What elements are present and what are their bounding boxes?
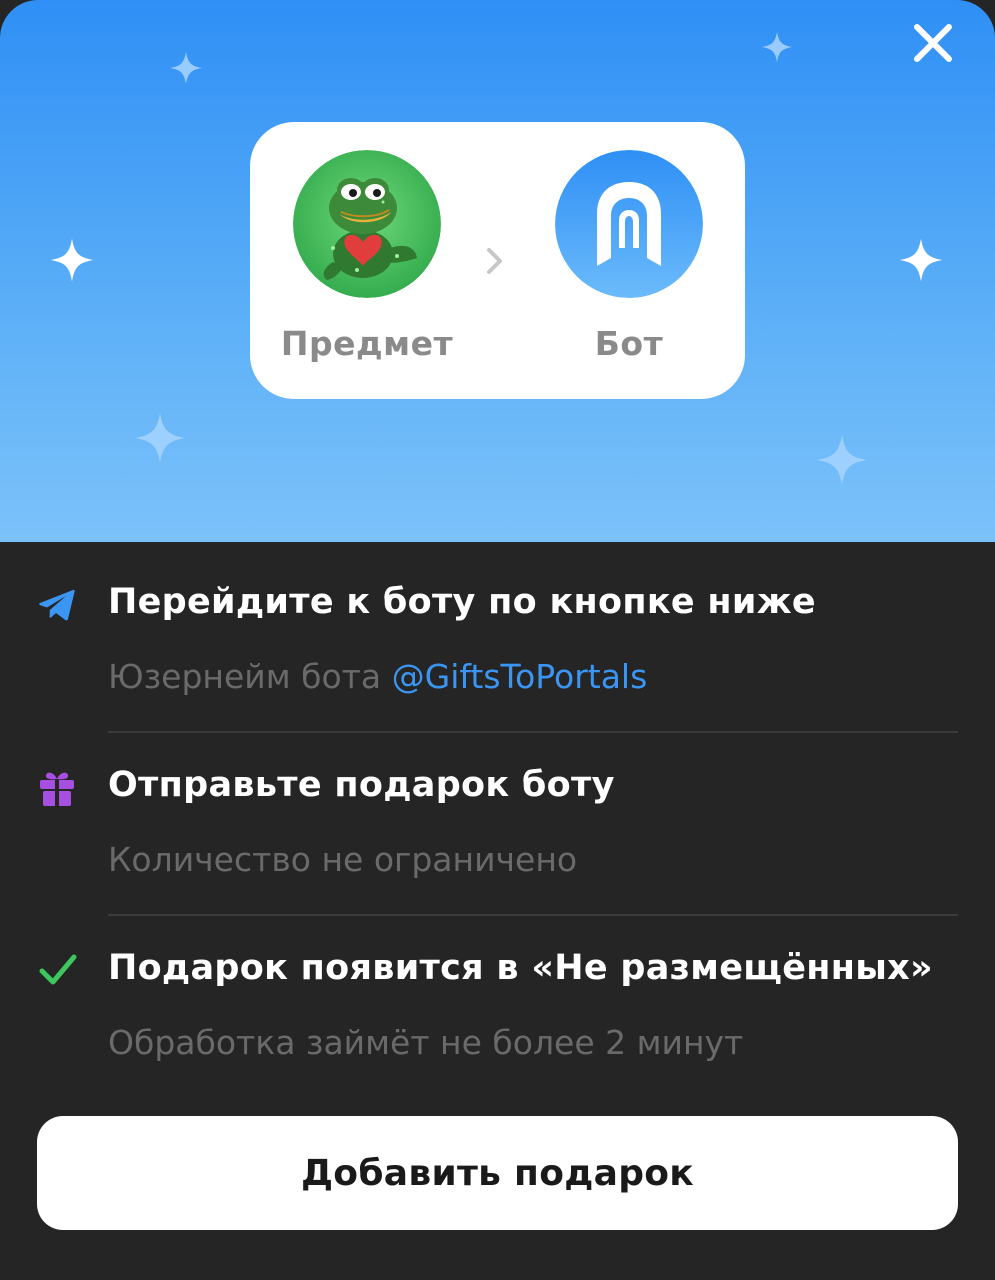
- chevron-right-icon: [487, 248, 502, 274]
- step-title: Подарок появится в «Не размещённых»: [108, 948, 933, 988]
- header-banner: Предмет Бот: [0, 0, 995, 542]
- step-subtitle: Обработка займёт не более 2 минут: [108, 1023, 744, 1062]
- item-label: Предмет: [280, 324, 454, 363]
- bot-column: Бот: [534, 150, 724, 363]
- add-gift-button[interactable]: Добавить подарок: [37, 1116, 958, 1230]
- item-avatar: [293, 150, 441, 298]
- divider: [108, 731, 958, 733]
- portals-logo-icon: [555, 150, 703, 298]
- sparkle-icon: [817, 435, 867, 485]
- close-icon: [914, 24, 952, 62]
- step-subtitle: Юзернейм бота @GiftsToPortals: [108, 657, 647, 696]
- bot-label: Бот: [594, 324, 664, 363]
- step-title: Отправьте подарок боту: [108, 765, 615, 805]
- add-gift-sheet: Предмет Бот Перейдите к боту по кнопке н…: [0, 0, 995, 1280]
- checkmark-icon: [39, 954, 77, 985]
- sparkle-icon: [899, 238, 943, 282]
- telegram-send-icon: [39, 589, 75, 621]
- bot-avatar: [555, 150, 703, 298]
- sparkle-icon: [761, 31, 793, 63]
- step-subtitle: Количество не ограничено: [108, 840, 578, 879]
- transfer-card: Предмет Бот: [250, 122, 745, 399]
- sparkle-icon: [135, 413, 185, 463]
- step-title: Перейдите к боту по кнопке ниже: [108, 582, 816, 622]
- divider: [108, 914, 958, 916]
- step-subtitle-text: Юзернейм бота: [108, 657, 382, 696]
- bot-username-link[interactable]: @GiftsToPortals: [392, 657, 648, 696]
- sparkle-icon: [50, 238, 94, 282]
- close-button[interactable]: [906, 16, 960, 70]
- item-column: Предмет: [272, 150, 462, 363]
- sparkle-icon: [170, 52, 202, 84]
- frog-gift-icon: [293, 150, 441, 298]
- gift-icon: [40, 772, 74, 806]
